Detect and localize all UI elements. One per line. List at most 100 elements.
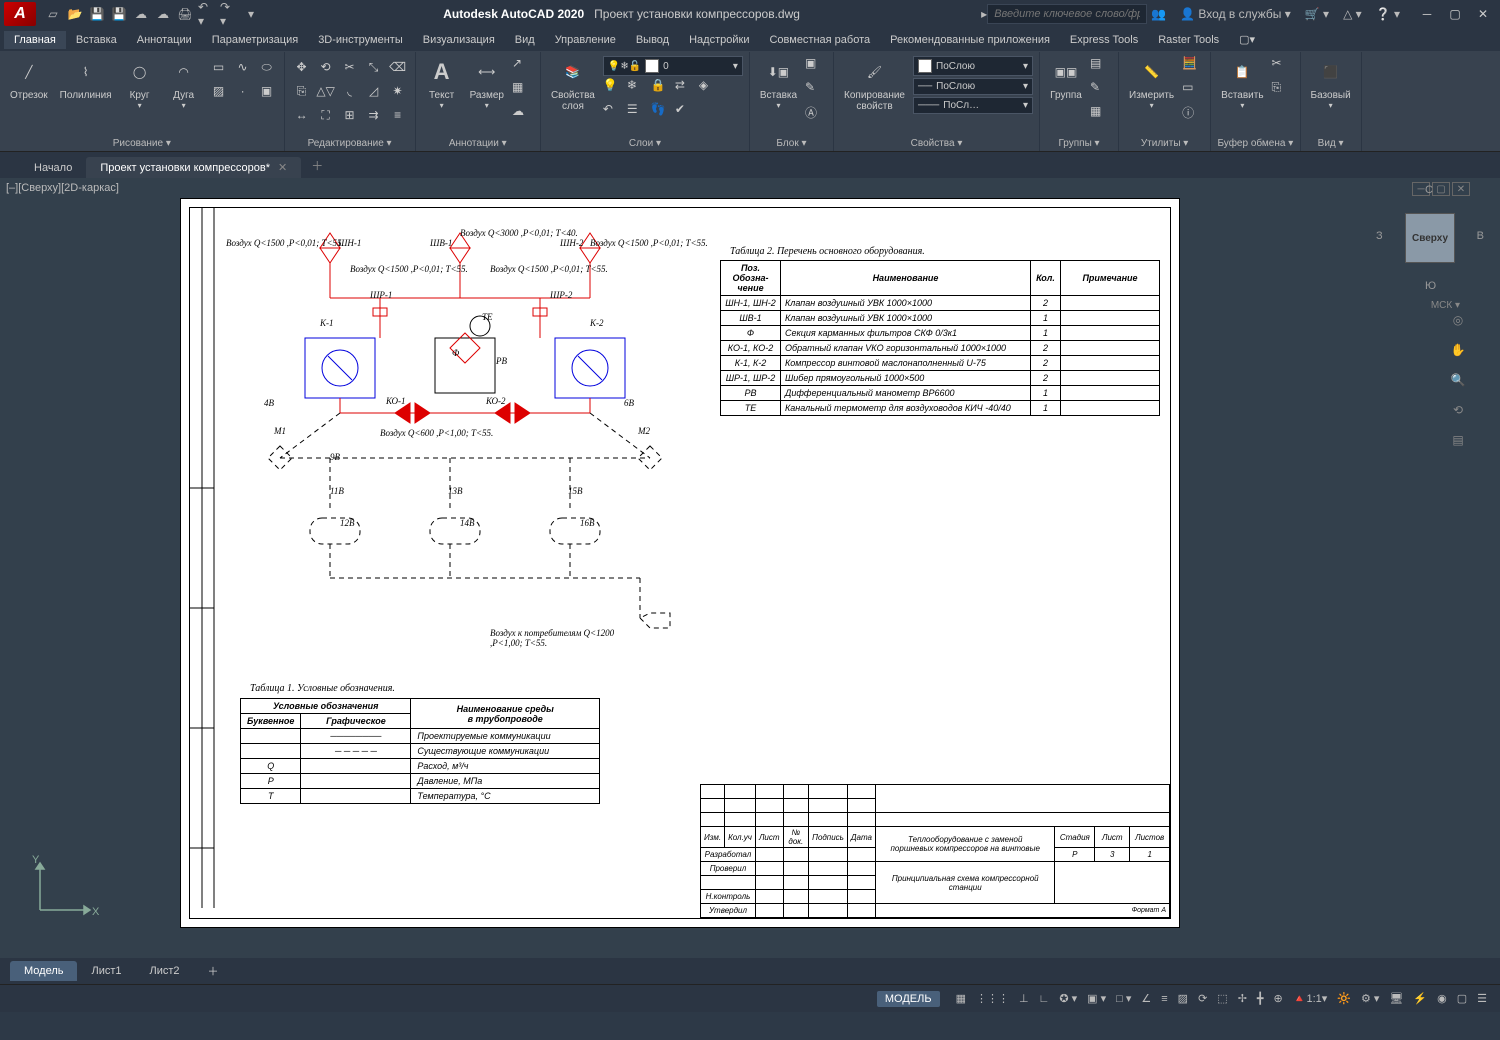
tool-offset-icon[interactable]: ⇉ xyxy=(363,104,385,126)
tool-baseview[interactable]: ⬛Базовый▾ xyxy=(1307,56,1355,110)
layer-match-icon[interactable]: ⇄ xyxy=(675,78,697,100)
tab-output[interactable]: Вывод xyxy=(626,31,679,49)
app-logo[interactable]: A xyxy=(4,2,36,26)
tool-ellipse-icon[interactable]: ⬭ xyxy=(256,56,278,78)
tab-3dtools[interactable]: 3D-инструменты xyxy=(308,31,413,49)
status-annoscale-icon[interactable]: 🔺1:1 ▾ xyxy=(1288,985,1333,1012)
qat-redo-icon[interactable]: ↷ ▾ xyxy=(220,5,238,23)
status-clean-icon[interactable]: ▢ xyxy=(1452,985,1472,1012)
tool-explode-icon[interactable]: ✷ xyxy=(387,80,409,102)
panel-groups-title[interactable]: Группы ▾ xyxy=(1046,136,1112,151)
tool-align-icon[interactable]: ≡ xyxy=(387,104,409,126)
workspace[interactable]: [–][Сверху][2D-каркас] ─ ▢ ✕ С З В Ю Све… xyxy=(0,178,1500,958)
layer-prev-icon[interactable]: ↶ xyxy=(603,102,625,124)
nav-pan-icon[interactable]: ✋ xyxy=(1446,338,1470,362)
tool-measure[interactable]: 📏Измерить▾ xyxy=(1125,56,1178,110)
tool-point-icon[interactable]: · xyxy=(232,80,254,102)
search-input[interactable] xyxy=(987,4,1147,24)
tool-copy-clip-icon[interactable]: ⎘ xyxy=(1272,80,1294,102)
infocenter-icon[interactable]: 👥 xyxy=(1147,7,1170,21)
maximize-button[interactable]: ▢ xyxy=(1442,4,1468,24)
status-transparency-icon[interactable]: ▨ xyxy=(1173,985,1193,1012)
status-snap-icon[interactable]: ⋮⋮⋮ xyxy=(971,985,1014,1012)
panel-baseview-title[interactable]: Вид ▾ xyxy=(1307,136,1355,151)
tool-group-edit-icon[interactable]: ✎ xyxy=(1090,80,1112,102)
tool-attr-icon[interactable]: Ⓐ xyxy=(805,104,827,126)
tool-move-icon[interactable]: ✥ xyxy=(291,56,313,78)
tool-match-props[interactable]: 🖌Копирование свойств xyxy=(840,56,909,112)
tool-edit-block-icon[interactable]: ✎ xyxy=(805,80,827,102)
layer-iso-icon[interactable]: ◈ xyxy=(699,78,721,100)
close-button[interactable]: ✕ xyxy=(1470,4,1496,24)
status-model[interactable]: МОДЕЛЬ xyxy=(877,991,940,1007)
tool-layer-props[interactable]: 📚Свойства слоя xyxy=(547,56,599,112)
status-customize-icon[interactable]: ☰ xyxy=(1472,985,1492,1012)
status-grid-icon[interactable]: ▦ xyxy=(951,985,971,1012)
tool-spline-icon[interactable]: ∿ xyxy=(232,56,254,78)
tool-cloud-icon[interactable]: ☁ xyxy=(512,104,534,126)
tab-collaborate[interactable]: Совместная работа xyxy=(759,31,880,49)
tab-visualize[interactable]: Визуализация xyxy=(413,31,505,49)
status-dynucs-icon[interactable]: ✢ xyxy=(1233,985,1252,1012)
tool-mirror-icon[interactable]: △▽ xyxy=(315,80,337,102)
status-polar-icon[interactable]: ✪ ▾ xyxy=(1054,985,1082,1012)
doc-tab-close-icon[interactable]: ✕ xyxy=(278,162,287,174)
qat-saveas-icon[interactable]: 💾 xyxy=(110,5,128,23)
qat-plot-icon[interactable]: 🖨 xyxy=(176,5,194,23)
tool-region-icon[interactable]: ▣ xyxy=(256,80,278,102)
panel-utilities-title[interactable]: Утилиты ▾ xyxy=(1125,136,1204,151)
linetype-combo[interactable]: ─── ПоСл…▾ xyxy=(913,97,1033,114)
status-monitor-icon[interactable]: 🖥 xyxy=(1384,985,1408,1012)
tool-rotate-icon[interactable]: ⟲ xyxy=(315,56,337,78)
status-annovisibility-icon[interactable]: 🔆 xyxy=(1332,985,1356,1012)
tab-add-layout[interactable]: ＋ xyxy=(194,959,233,983)
tool-group-sel-icon[interactable]: ▦ xyxy=(1090,104,1112,126)
status-workspace-icon[interactable]: ⚙ ▾ xyxy=(1356,985,1384,1012)
ucs-icon[interactable]: XY xyxy=(30,855,100,928)
vp-close-icon[interactable]: ✕ xyxy=(1452,182,1470,196)
nav-showmotion-icon[interactable]: ▤ xyxy=(1446,428,1470,452)
panel-block-title[interactable]: Блок ▾ xyxy=(756,136,827,151)
tool-chamfer-icon[interactable]: ◿ xyxy=(363,80,385,102)
layer-state-icon[interactable]: ☰ xyxy=(627,102,649,124)
doc-tab-start[interactable]: Начало xyxy=(20,158,86,178)
qat-save-icon[interactable]: 💾 xyxy=(88,5,106,23)
tool-cut-icon[interactable]: ✂ xyxy=(1272,56,1294,78)
tool-copy-icon[interactable]: ⎘ xyxy=(291,80,313,102)
tab-featured[interactable]: Рекомендованные приложения xyxy=(880,31,1060,49)
tool-hatch-icon[interactable]: ▨ xyxy=(208,80,230,102)
qat-web-open-icon[interactable]: ☁ xyxy=(132,5,150,23)
tool-dimension[interactable]: ⟷Размер▾ xyxy=(466,56,508,110)
qat-new-icon[interactable]: ▱ xyxy=(44,5,62,23)
status-hardware-icon[interactable]: ⚡ xyxy=(1408,985,1432,1012)
panel-annotation-title[interactable]: Аннотации ▾ xyxy=(422,136,534,151)
autodesk-icon[interactable]: △ ▾ xyxy=(1339,7,1366,21)
qat-open-icon[interactable]: 📂 xyxy=(66,5,84,23)
help-icon[interactable]: ❔ ▾ xyxy=(1372,7,1404,21)
panel-modify-title[interactable]: Редактирование ▾ xyxy=(291,136,409,151)
tool-polyline[interactable]: ⌇Полилиния xyxy=(56,56,116,101)
tab-manage[interactable]: Управление xyxy=(545,31,626,49)
layer-walk-icon[interactable]: 👣 xyxy=(651,102,673,124)
panel-layers-title[interactable]: Слои ▾ xyxy=(547,136,743,151)
tab-bonus-icon[interactable]: ▢▾ xyxy=(1229,30,1265,49)
layer-off-icon[interactable]: 💡 xyxy=(603,78,625,100)
tool-array-icon[interactable]: ⊞ xyxy=(339,104,361,126)
cube-top-face[interactable]: Сверху xyxy=(1405,213,1455,263)
tab-raster[interactable]: Raster Tools xyxy=(1148,31,1229,49)
status-otrack-icon[interactable]: ∠ xyxy=(1136,985,1156,1012)
status-ortho-icon[interactable]: ∟ xyxy=(1034,985,1055,1012)
tool-table-icon[interactable]: ▦ xyxy=(512,80,534,102)
tool-paste[interactable]: 📋Вставить▾ xyxy=(1217,56,1267,110)
tool-rectangle-icon[interactable]: ▭ xyxy=(208,56,230,78)
tool-id-icon[interactable]: ⓘ xyxy=(1182,104,1204,126)
tab-model[interactable]: Модель xyxy=(10,961,77,981)
app-store-icon[interactable]: 🛒 ▾ xyxy=(1301,7,1333,21)
tab-annotate[interactable]: Аннотации xyxy=(127,31,202,49)
tool-circle[interactable]: ◯Круг▾ xyxy=(120,56,160,110)
color-combo[interactable]: ПоСлою▾ xyxy=(913,56,1033,76)
tab-home[interactable]: Главная xyxy=(4,31,66,49)
status-gizmo-icon[interactable]: ⊕ xyxy=(1269,985,1288,1012)
tool-extend-icon[interactable]: ⤡ xyxy=(363,56,385,78)
tool-fillet-icon[interactable]: ◟ xyxy=(339,80,361,102)
